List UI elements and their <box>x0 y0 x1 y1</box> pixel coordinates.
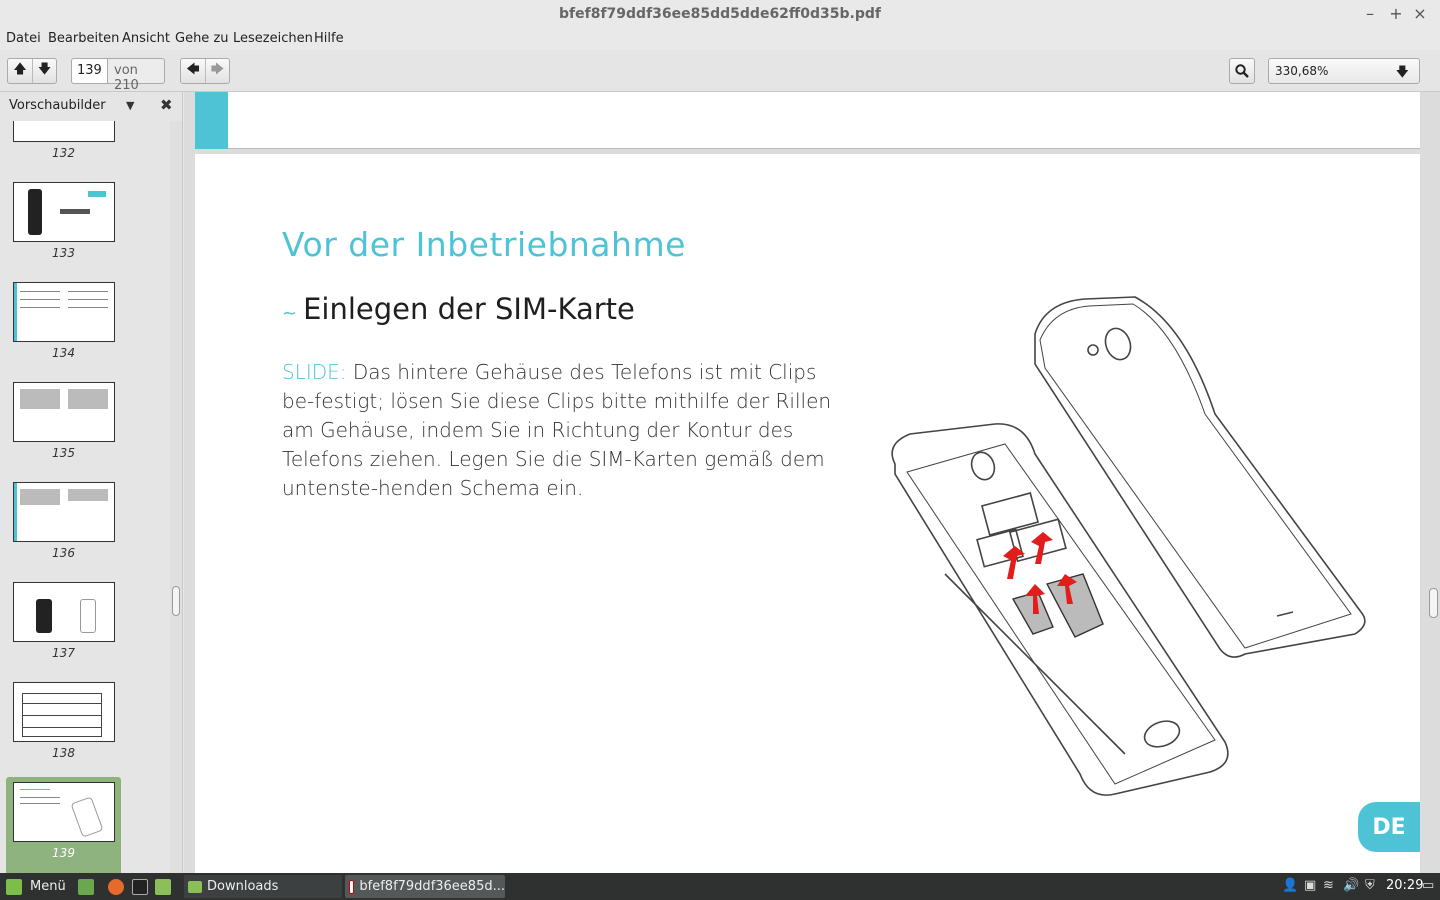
language-badge: DE <box>1358 802 1420 852</box>
task-label: Downloads <box>207 879 279 894</box>
section-heading-text: Einlegen der SIM-Karte <box>303 292 635 326</box>
pdf-page: Vor der Inbetriebnahme ~ Einlegen der SIM… <box>195 154 1420 873</box>
thumbnail-page <box>13 782 115 842</box>
chevron-down-icon: 🡇 <box>1395 65 1409 80</box>
sidebar-mode-dropdown[interactable]: ▼ <box>126 99 134 112</box>
menu-hilfe[interactable]: Hilfe <box>314 31 344 46</box>
toolbar: 🡅 🡇 139 von 210 🡄 🡆 330,68% 🡇 <box>0 50 1440 93</box>
back-button[interactable]: 🡄 <box>181 59 205 83</box>
thumbnail-page <box>13 482 115 542</box>
instruction-text: Das hintere Gehäuse des Telefons ist mit… <box>282 360 832 500</box>
thumbnail-number: 137 <box>52 646 75 660</box>
thumbnail-number: 135 <box>52 446 75 460</box>
shield-icon[interactable]: ⛨ <box>1365 878 1375 893</box>
page-total-label: von 210 <box>107 58 165 93</box>
task-label: bfef8f79ddf36ee85d... <box>359 879 505 894</box>
search-icon <box>1235 64 1249 78</box>
start-menu-button[interactable]: Menü <box>6 873 66 900</box>
folder-icon <box>188 880 202 893</box>
zoom-value: 330,68% <box>1275 64 1329 78</box>
mint-logo-icon <box>6 878 22 895</box>
page-number-input[interactable]: 139 <box>71 58 108 84</box>
sidebar: Vorschaubilder ▼ ✖ 132 133 134 135 136 1… <box>0 92 183 873</box>
taskbar-task-pdf[interactable]: bfef8f79ddf36ee85d... <box>345 875 505 898</box>
thumbnail-page <box>13 382 115 442</box>
page-heading: Vor der Inbetriebnahme <box>282 225 686 264</box>
previous-page-fragment <box>195 92 1420 149</box>
thumbnail-138[interactable]: 138 <box>6 677 121 777</box>
sidebar-close-button[interactable]: ✖ <box>160 96 173 114</box>
show-desktop-button[interactable] <box>78 873 94 900</box>
menu-gehe-zu[interactable]: Gehe zu <box>175 31 229 46</box>
search-button[interactable] <box>1229 58 1255 84</box>
files-launcher[interactable] <box>155 873 171 900</box>
document-scrollbar[interactable] <box>1426 92 1440 873</box>
thumbnail-134[interactable]: 134 <box>6 277 121 377</box>
notifications-icon[interactable]: ▭ <box>1422 878 1434 893</box>
pdf-viewer-icon <box>349 879 355 894</box>
clipboard-icon[interactable]: ▣ <box>1304 878 1316 893</box>
menu-bearbeiten[interactable]: Bearbeiten <box>48 31 119 46</box>
menu-lesezeichen[interactable]: Lesezeichen <box>233 31 313 46</box>
thumbnail-list: 132 133 134 135 136 137 138 139 <box>0 121 168 873</box>
thumbnail-133[interactable]: 133 <box>6 177 121 277</box>
previous-page-button[interactable]: 🡅 <box>8 59 32 83</box>
close-button[interactable]: × <box>1410 4 1430 23</box>
clock[interactable]: 20:29 <box>1386 878 1423 893</box>
wifi-icon[interactable]: ≋ <box>1323 878 1334 893</box>
thumbnail-number: 132 <box>52 146 75 160</box>
volume-icon[interactable]: 🔊 <box>1343 878 1359 893</box>
desktop-icon <box>78 878 94 895</box>
maximize-button[interactable]: + <box>1386 4 1406 23</box>
sidebar-scrollbar[interactable] <box>170 121 182 873</box>
title-bar: bfef8f79ddf36ee85dd5dde62ff0d35b.pdf – +… <box>0 0 1440 28</box>
sim-card-illustration <box>891 296 1366 796</box>
taskbar: Menü Downloads bfef8f79ddf36ee85d... 👤 ▣… <box>0 873 1440 900</box>
forward-button[interactable]: 🡆 <box>205 59 229 83</box>
history-nav-group: 🡄 🡆 <box>180 58 230 84</box>
section-heading: ~ Einlegen der SIM-Karte <box>282 292 635 326</box>
page-nav-group: 🡅 🡇 <box>7 58 57 84</box>
thumbnail-137[interactable]: 137 <box>6 577 121 677</box>
thumbnail-136[interactable]: 136 <box>6 477 121 577</box>
folder-icon <box>155 878 171 895</box>
menu-ansicht[interactable]: Ansicht <box>122 31 170 46</box>
thumbnail-page <box>13 182 115 242</box>
menu-bar: Datei Bearbeiten Ansicht Gehe zu Lesezei… <box>0 28 1440 50</box>
firefox-launcher[interactable] <box>108 873 124 900</box>
thumbnail-139[interactable]: 139 <box>6 777 121 873</box>
thumbnail-number: 136 <box>52 546 75 560</box>
thumbnail-132[interactable]: 132 <box>6 121 121 177</box>
user-icon[interactable]: 👤 <box>1282 878 1298 893</box>
menu-datei[interactable]: Datei <box>6 31 41 46</box>
terminal-launcher[interactable] <box>132 873 148 900</box>
sidebar-title: Vorschaubilder <box>9 98 106 113</box>
thumbnail-number: 138 <box>52 746 75 760</box>
thumbnail-135[interactable]: 135 <box>6 377 121 477</box>
sidebar-header: Vorschaubilder ▼ ✖ <box>0 92 183 120</box>
model-keyword: SLIDE: <box>282 360 347 384</box>
document-view: Vor der Inbetriebnahme ~ Einlegen der SIM… <box>184 92 1440 873</box>
thumbnail-number: 134 <box>52 346 75 360</box>
thumbnail-page <box>13 121 115 142</box>
next-page-button[interactable]: 🡇 <box>32 59 56 83</box>
firefox-icon <box>108 878 124 895</box>
start-menu-label: Menü <box>30 879 66 894</box>
taskbar-task-downloads[interactable]: Downloads <box>184 875 342 898</box>
thumbnail-page <box>13 282 115 342</box>
instruction-paragraph: SLIDE: Das hintere Gehäuse des Telefons … <box>282 358 842 503</box>
thumbnail-page <box>13 582 115 642</box>
tilde-marker: ~ <box>282 303 298 324</box>
minimize-button[interactable]: – <box>1360 4 1380 23</box>
thumbnail-number: 139 <box>52 846 75 860</box>
thumbnail-page <box>13 682 115 742</box>
zoom-select[interactable]: 330,68% 🡇 <box>1268 58 1420 84</box>
terminal-icon <box>132 878 148 895</box>
thumbnail-number: 133 <box>52 246 75 260</box>
window-title: bfef8f79ddf36ee85dd5dde62ff0d35b.pdf <box>559 6 881 22</box>
